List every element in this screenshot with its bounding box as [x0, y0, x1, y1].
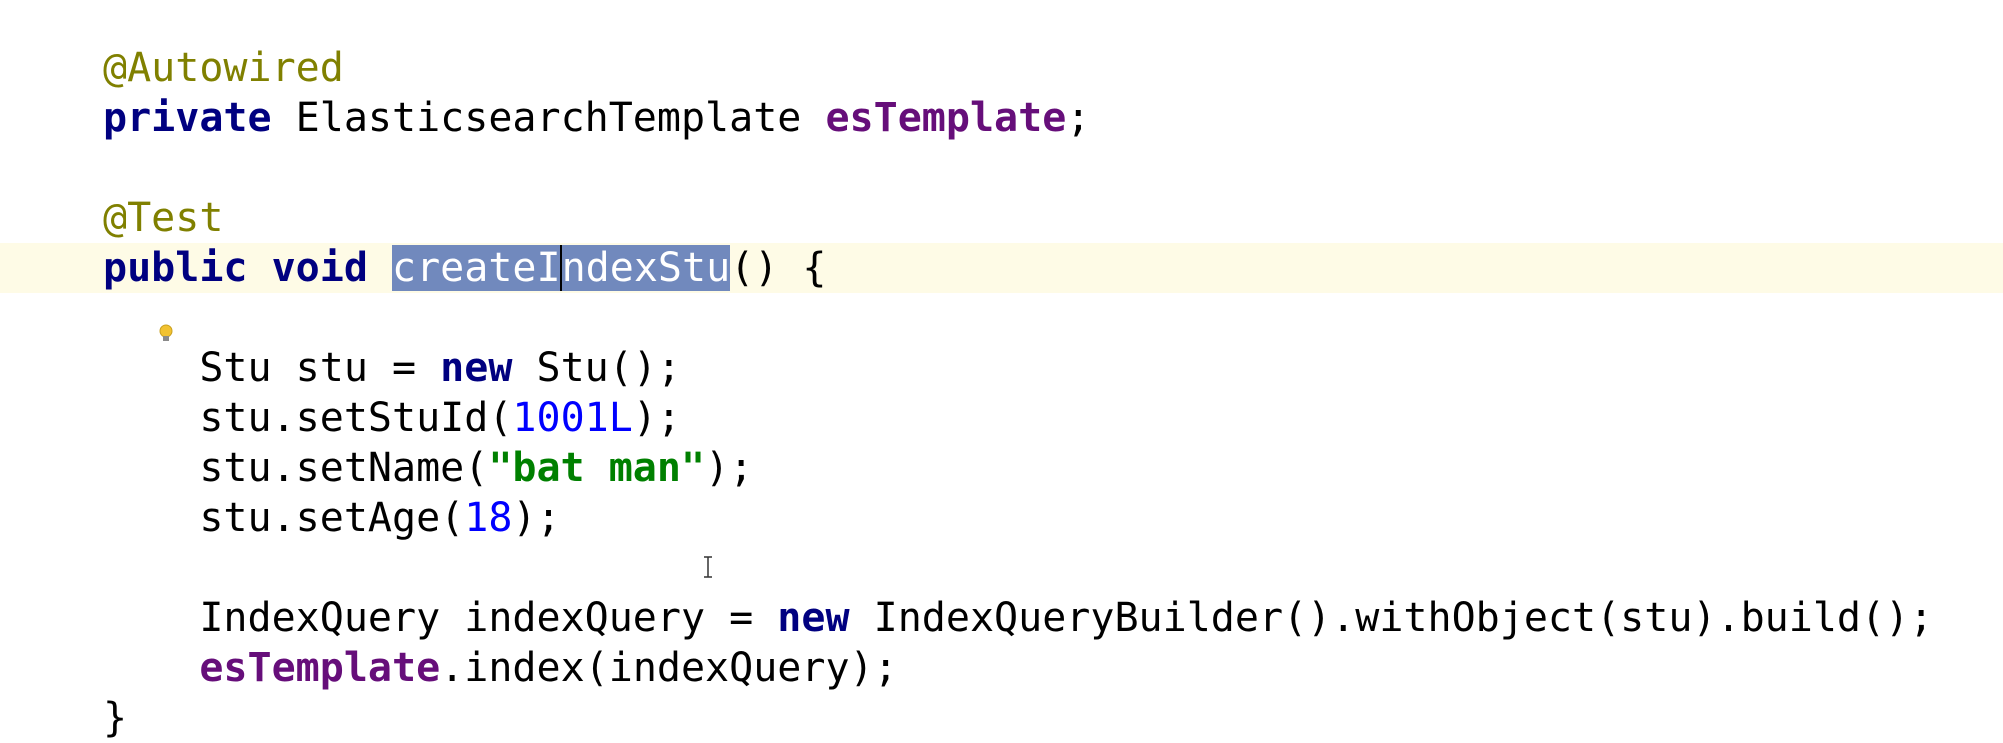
code-token: IndexQueryBuilder().withObject(stu).buil…: [849, 595, 1934, 641]
code-token: stu.setAge(: [103, 495, 465, 541]
code-line-current[interactable]: public void createIndexStu() {: [0, 243, 2003, 341]
code-token: public: [103, 245, 248, 291]
code-token: new: [440, 345, 513, 391]
code-line[interactable]: [0, 143, 2003, 193]
code-editor[interactable]: @Autowired private ElasticsearchTemplate…: [0, 0, 2003, 741]
code-token: esTemplate: [199, 645, 441, 691]
code-line[interactable]: stu.setStuId(1001L);: [0, 393, 2003, 443]
code-token: 18: [464, 495, 513, 541]
code-line[interactable]: @Test: [0, 193, 2003, 243]
code-token: stu.setName(: [103, 445, 489, 491]
code-token: private: [103, 95, 272, 141]
code-token: void: [271, 245, 368, 291]
code-line-text: Stu stu = new Stu();: [103, 343, 681, 393]
code-line[interactable]: esTemplate.index(indexQuery);: [0, 643, 2003, 693]
code-token: @Autowired: [103, 45, 344, 91]
code-token: );: [632, 395, 681, 441]
code-token: esTemplate: [825, 95, 1067, 141]
code-token: Stu();: [512, 345, 681, 391]
code-line[interactable]: [0, 543, 2003, 593]
code-token: stu.setStuId(: [103, 395, 513, 441]
code-line-text: IndexQuery indexQuery = new IndexQueryBu…: [103, 593, 1933, 643]
code-token: "bat man": [488, 445, 706, 491]
code-token: () {: [730, 245, 827, 291]
code-token: ElasticsearchTemplate: [271, 95, 826, 141]
code-line[interactable]: Stu stu = new Stu();: [0, 343, 2003, 393]
code-token: Stu stu =: [103, 345, 441, 391]
code-line-text: public void createIndexStu() {: [103, 243, 827, 293]
code-line[interactable]: private ElasticsearchTemplate esTemplate…: [0, 93, 2003, 143]
text-cursor-icon: [701, 556, 715, 578]
code-line-text: @Autowired: [103, 43, 344, 93]
code-token: @Test: [103, 195, 224, 241]
code-line-text: @Test: [103, 193, 223, 243]
code-line[interactable]: [0, 293, 2003, 343]
lightbulb-icon[interactable]: [11, 257, 172, 341]
code-token: ;: [1066, 95, 1091, 141]
code-line[interactable]: @Autowired: [0, 43, 2003, 93]
code-line[interactable]: stu.setAge(18);: [0, 493, 2003, 543]
code-token: }: [103, 695, 128, 741]
code-token: 1001L: [512, 395, 633, 441]
selected-text: createI: [392, 245, 561, 291]
code-token: new: [777, 595, 850, 641]
code-line-text: stu.setStuId(1001L);: [103, 393, 681, 443]
code-line[interactable]: stu.setName("bat man");: [0, 443, 2003, 493]
code-token: .index(indexQuery);: [440, 645, 898, 691]
code-token: IndexQuery indexQuery =: [103, 595, 778, 641]
code-line-text: stu.setName("bat man");: [103, 443, 753, 493]
code-line-text: private ElasticsearchTemplate esTemplate…: [103, 93, 1090, 143]
code-token: );: [705, 445, 754, 491]
code-line-text: }: [103, 693, 127, 743]
code-line-text: stu.setAge(18);: [103, 493, 561, 543]
selected-text: ndexStu: [559, 245, 731, 291]
code-line-text: esTemplate.index(indexQuery);: [103, 643, 898, 693]
code-line[interactable]: }: [0, 693, 2003, 743]
code-token: );: [512, 495, 561, 541]
code-line[interactable]: IndexQuery indexQuery = new IndexQueryBu…: [0, 593, 2003, 643]
